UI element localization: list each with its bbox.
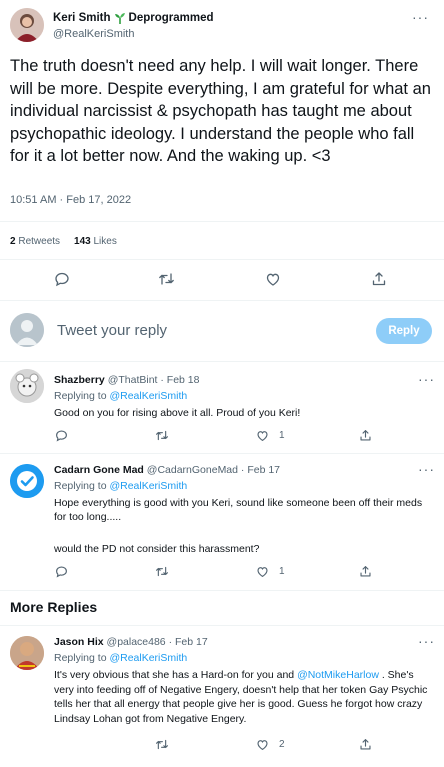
replying-to-link[interactable]: @RealKeriSmith: [109, 480, 187, 492]
replying-to-label: Replying to: [54, 480, 107, 492]
like-action[interactable]: 1: [256, 565, 285, 578]
retweet-count: 2: [10, 236, 16, 247]
replying-to-link[interactable]: @RealKeriSmith: [109, 390, 187, 402]
reply-handle-date[interactable]: @ThatBint · Feb 18: [108, 374, 200, 386]
reply-more-button[interactable]: ···: [418, 633, 435, 649]
reply-more-button[interactable]: ···: [418, 371, 435, 387]
reply-handle-date[interactable]: @palace486 · Feb 17: [107, 636, 208, 648]
like-icon[interactable]: [256, 565, 269, 578]
reply-avatar[interactable]: [10, 369, 44, 403]
tweet-timestamp[interactable]: 10:51 AM · Feb 17, 2022: [10, 194, 131, 206]
more-replies-heading: More Replies: [10, 599, 98, 615]
retweet-icon[interactable]: [158, 271, 175, 287]
like-action[interactable]: 2: [256, 738, 285, 751]
reply-text: Hope everything is good with you Keri, s…: [54, 497, 423, 523]
like-count: 143: [74, 236, 91, 247]
reply-button[interactable]: Reply: [376, 318, 432, 344]
like-icon[interactable]: [256, 429, 269, 442]
replying-to-label: Replying to: [54, 390, 107, 402]
reply-text: Good on you for rising above it all. Pro…: [54, 407, 301, 419]
reply-input[interactable]: Tweet your reply: [57, 322, 167, 339]
like-icon[interactable]: [256, 738, 269, 751]
main-tweet-text: The truth doesn't need any help. I will …: [10, 57, 431, 165]
mention-link[interactable]: @NotMikeHarlow: [297, 669, 379, 681]
share-icon[interactable]: [359, 565, 372, 578]
reply-author-name[interactable]: Cadarn Gone Mad: [54, 464, 144, 476]
verified-check-icon: [10, 464, 44, 498]
reply-avatar[interactable]: [10, 464, 44, 498]
reply-icon[interactable]: [55, 429, 68, 442]
sprout-icon: [114, 12, 126, 24]
share-icon[interactable]: [359, 429, 372, 442]
like-count: 2: [279, 739, 285, 750]
reply-avatar[interactable]: [10, 636, 44, 670]
share-icon[interactable]: [359, 738, 372, 751]
main-author-avatar[interactable]: [10, 8, 44, 42]
replying-to-label: Replying to: [54, 652, 107, 664]
reply-text: It's very obvious that she has a Hard-on…: [54, 668, 436, 726]
reply-author-name[interactable]: Jason Hix: [54, 636, 104, 648]
retweet-icon[interactable]: [155, 738, 169, 751]
reply-text-start: It's very obvious that she has a Hard-on…: [54, 669, 298, 681]
like-action[interactable]: 1: [256, 429, 285, 442]
like-icon[interactable]: [265, 271, 281, 287]
like-label: Likes: [93, 236, 117, 247]
reply-icon[interactable]: [54, 271, 70, 287]
like-count: 1: [279, 566, 285, 577]
share-icon[interactable]: [371, 271, 387, 287]
retweet-stat[interactable]: 2 Retweets: [10, 236, 60, 247]
retweet-icon[interactable]: [155, 429, 169, 442]
main-author-name[interactable]: Keri Smith: [53, 12, 111, 24]
reply-icon[interactable]: [55, 565, 68, 578]
user-avatar[interactable]: [10, 313, 44, 347]
reply-text-second-paragraph: would the PD not consider this harassmen…: [54, 543, 260, 555]
more-options-button[interactable]: ···: [412, 9, 429, 25]
main-author-handle[interactable]: @RealKeriSmith: [53, 28, 134, 40]
reply-handle-date[interactable]: @CadarnGoneMad · Feb 17: [147, 464, 280, 476]
reply-author-name[interactable]: Shazberry: [54, 374, 105, 386]
replying-to-link[interactable]: @RealKeriSmith: [109, 652, 187, 664]
reply-more-button[interactable]: ···: [418, 461, 435, 477]
like-count: 1: [279, 430, 285, 441]
retweet-label: Retweets: [18, 236, 61, 247]
retweet-icon[interactable]: [155, 565, 169, 578]
author-badge-text: Deprogrammed: [128, 12, 214, 24]
like-stat[interactable]: 143 Likes: [74, 236, 117, 247]
